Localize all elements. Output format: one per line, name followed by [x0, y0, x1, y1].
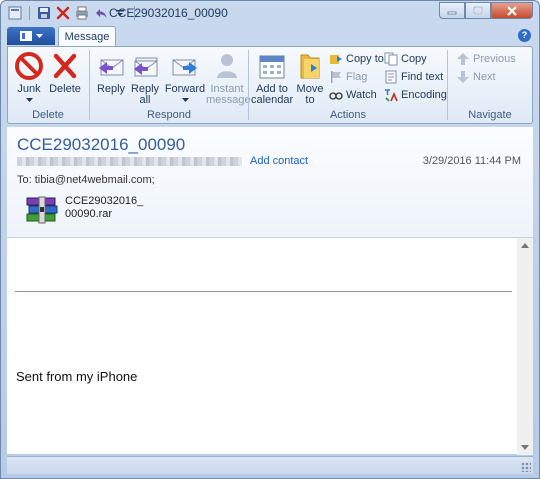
arrow-up-icon [457, 53, 469, 65]
window-title: CCE29032016_00090 [109, 6, 228, 20]
forward-label: Forward [164, 83, 206, 95]
ribbon: Junk Delete Delete Reply Reply all Forwa… [7, 46, 533, 124]
group-delete: Junk Delete Delete [8, 47, 88, 123]
group-respond: Reply Reply all Forward Instant message … [90, 47, 251, 123]
body-signature: Sent from my iPhone [16, 369, 138, 384]
reply-envelope-icon [99, 59, 124, 76]
scroll-down-icon[interactable] [521, 445, 529, 450]
attachment[interactable]: CCE29032016_ 00090.rar [25, 195, 145, 227]
copy-to-icon [330, 55, 342, 64]
group-navigate: Previous Next Navigate [448, 47, 532, 123]
next-button[interactable]: Next [456, 69, 496, 85]
reply-all-envelope-icon [134, 57, 158, 77]
status-bar [7, 456, 533, 474]
message-date: 3/29/2016 11:44 PM [422, 155, 521, 167]
chevron-down-icon [35, 33, 43, 38]
delete-x-icon [53, 53, 77, 79]
copy-to-label: Copy to [346, 53, 384, 65]
window-menu-icon[interactable] [7, 5, 23, 21]
message-window: CCE29032016_00090 Message ? Junk Delete … [0, 0, 540, 479]
folder-icon [300, 54, 320, 79]
copy-to-button[interactable]: Copy to [329, 51, 384, 67]
message-body[interactable]: Sent from my iPhone [7, 237, 533, 455]
sender-redacted [17, 157, 242, 166]
qat-separator [29, 6, 30, 20]
tab-message[interactable]: Message [58, 26, 116, 47]
instant-message-button[interactable]: Instant message [206, 50, 251, 106]
instant-message-icon [217, 54, 237, 78]
calendar-icon [259, 55, 285, 79]
watch-button[interactable]: Watch [329, 87, 377, 103]
copy-label: Copy [401, 53, 427, 65]
copy-icon [384, 52, 398, 66]
close-button[interactable] [491, 2, 533, 19]
rar-archive-icon [26, 196, 58, 224]
attachment-name-line1: CCE29032016_ [65, 195, 144, 207]
app-menu-icon [19, 31, 32, 41]
vertical-scrollbar[interactable] [517, 238, 533, 455]
resize-grip-icon[interactable] [521, 462, 531, 472]
junk-button[interactable]: Junk [10, 50, 48, 106]
group-label-respond: Respond [146, 109, 192, 121]
minimize-button[interactable] [439, 2, 465, 19]
body-divider [15, 291, 512, 292]
save-icon[interactable] [36, 5, 52, 21]
attachment-name[interactable]: CCE29032016_ 00090.rar [65, 195, 145, 227]
reply-icon[interactable] [93, 5, 109, 21]
previous-label: Previous [473, 53, 516, 65]
ribbon-tab-row: Message ? [7, 26, 533, 47]
reply-all-button[interactable]: Reply all [126, 50, 164, 106]
delete-button[interactable]: Delete [46, 50, 84, 95]
flag-label: Flag [346, 71, 368, 83]
group-actions: Add to calendar Move to Copy to Flag Wat… [249, 47, 447, 123]
recipient-line: To: tibia@net4webmail.com; [17, 174, 155, 186]
arrow-down-icon [457, 71, 469, 83]
maximize-button[interactable] [465, 2, 491, 19]
print-icon[interactable] [74, 5, 90, 21]
move-to-label-2: to [305, 94, 315, 106]
attachment-name-line2: 00090.rar [65, 208, 113, 220]
group-label-delete: Delete [32, 109, 64, 121]
forward-button[interactable]: Forward [164, 50, 206, 106]
encoding-icon [385, 89, 398, 102]
move-to-button[interactable]: Move to [295, 50, 325, 106]
reply-button[interactable]: Reply [92, 50, 130, 95]
reply-all-label-2: all [139, 94, 151, 106]
delete-icon[interactable] [55, 5, 71, 21]
add-contact-link[interactable]: Add contact [250, 155, 308, 167]
encoding-button[interactable]: Encoding [384, 87, 447, 103]
encoding-label: Encoding [401, 89, 447, 101]
message-header: CCE29032016_00090 Add contact 3/29/2016 … [7, 127, 533, 237]
find-text-icon [385, 70, 397, 84]
reply-label: Reply [96, 83, 126, 95]
watch-glasses-icon [329, 92, 343, 100]
window-controls [439, 2, 533, 19]
junk-icon [15, 52, 43, 80]
group-label-navigate: Navigate [468, 109, 512, 121]
delete-label: Delete [49, 83, 81, 95]
instant-message-label-2: message [206, 94, 251, 106]
junk-dropdown-icon [25, 98, 33, 102]
message-subject: CCE29032016_00090 [17, 135, 186, 154]
group-label-actions: Actions [329, 109, 367, 121]
forward-envelope-icon [172, 59, 197, 76]
help-icon[interactable]: ? [518, 29, 531, 42]
forward-dropdown-icon [181, 98, 189, 102]
previous-button[interactable]: Previous [456, 51, 516, 67]
scroll-up-icon[interactable] [521, 243, 529, 248]
add-to-calendar-label-2: calendar [251, 94, 294, 106]
title-bar: CCE29032016_00090 [1, 1, 539, 25]
junk-label: Junk [17, 83, 41, 95]
flag-button[interactable]: Flag [329, 69, 367, 85]
app-menu-button[interactable] [7, 27, 55, 45]
find-text-label: Find text [401, 71, 444, 83]
find-text-button[interactable]: Find text [384, 69, 443, 85]
flag-icon [331, 71, 341, 83]
watch-label: Watch [346, 89, 377, 101]
next-label: Next [473, 71, 496, 83]
add-to-calendar-button[interactable]: Add to calendar [251, 50, 293, 106]
copy-button[interactable]: Copy [384, 51, 427, 67]
